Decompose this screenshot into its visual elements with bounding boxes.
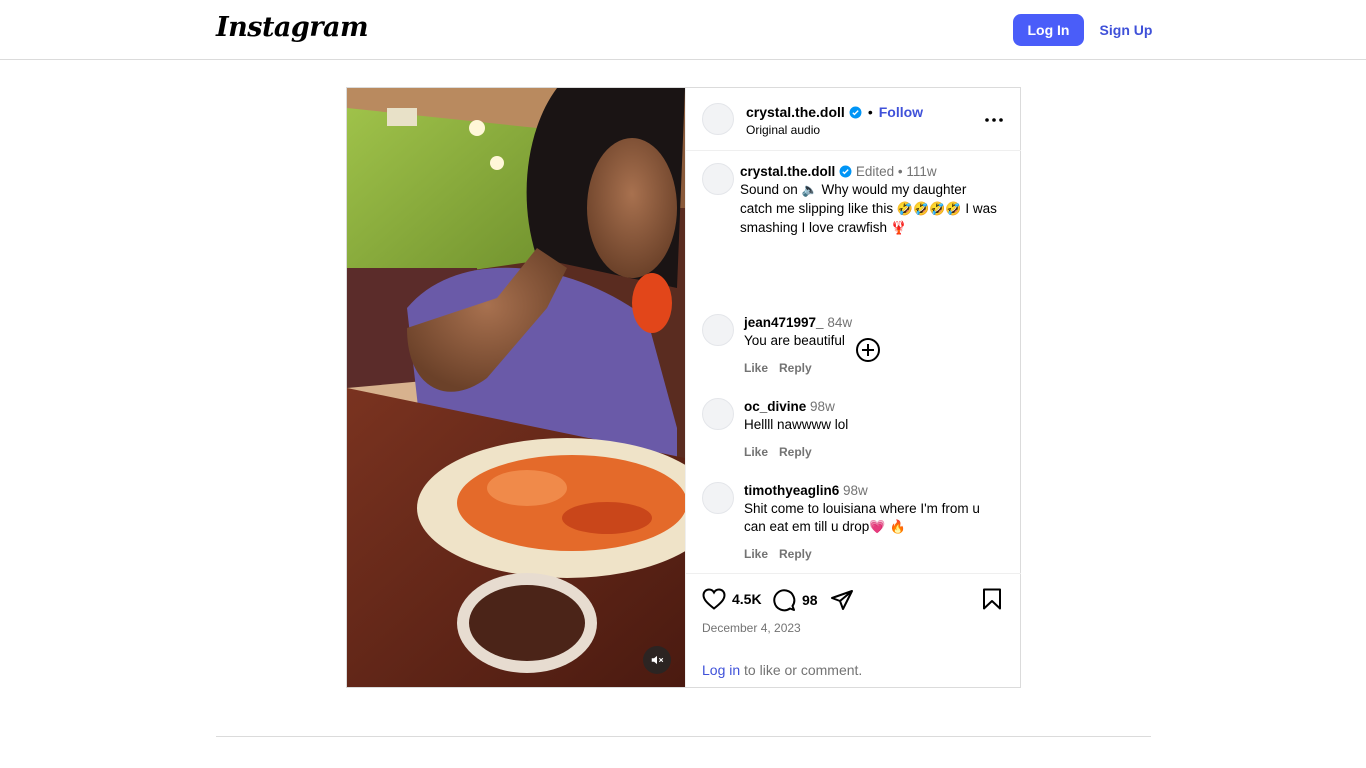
save-action[interactable]: [982, 588, 1002, 610]
comment-actions: Like Reply: [744, 445, 812, 459]
speaker-emoji: 🔈: [801, 183, 818, 198]
instagram-logo[interactable]: Instagram: [216, 12, 369, 43]
heart-icon: [702, 588, 726, 610]
comment-text: Shit come to louisiana where I'm from u …: [744, 501, 980, 534]
sign-up-button[interactable]: Sign Up: [1096, 14, 1156, 46]
edited-label: Edited: [855, 164, 895, 179]
footer-divider: [216, 736, 1151, 737]
caption-text: crystal.the.doll Edited • 111w Sound on …: [740, 163, 1000, 238]
post-author-row: crystal.the.doll • Follow: [746, 104, 923, 120]
caption-age[interactable]: 111w: [906, 164, 936, 179]
mute-icon: [651, 655, 664, 665]
comment-body: timothyeaglin6 98w Shit come to louisian…: [744, 482, 1002, 537]
comment-text: Hellll nawwww lol: [744, 417, 849, 432]
audio-label[interactable]: Original audio: [746, 123, 820, 137]
comment-body: jean471997_ 84w You are beautiful: [744, 314, 1002, 350]
reply-comment-button[interactable]: Reply: [779, 445, 812, 459]
crawfish-emoji: 🦞: [890, 221, 907, 236]
mute-button[interactable]: [643, 646, 671, 674]
author-username[interactable]: crystal.the.doll: [746, 104, 845, 120]
reply-comment-button[interactable]: Reply: [779, 361, 812, 375]
bookmark-icon: [983, 588, 1001, 610]
comment-age: 84w: [827, 315, 853, 330]
post-header: crystal.the.doll • Follow Original audio: [686, 88, 1021, 151]
comment-body: oc_divine 98w Hellll nawwww lol: [744, 398, 1002, 434]
caption-username[interactable]: crystal.the.doll: [740, 164, 835, 179]
likes-count: 4.5K: [732, 591, 762, 607]
comment-text: You are beautiful: [744, 333, 845, 348]
like-comment-button[interactable]: Like: [744, 361, 768, 375]
like-action[interactable]: 4.5K: [702, 588, 762, 610]
caption-body-part1: Sound on: [740, 182, 802, 197]
commenter-avatar[interactable]: [702, 482, 734, 514]
commenter-avatar[interactable]: [702, 398, 734, 430]
like-comment-button[interactable]: Like: [744, 547, 768, 561]
commenter-username[interactable]: timothyeaglin6: [744, 483, 839, 498]
login-link[interactable]: Log in: [702, 662, 740, 678]
share-icon: [831, 590, 853, 610]
commenter-username[interactable]: oc_divine: [744, 399, 806, 414]
post-actions: 4.5K 98 December 4, 2023 Log in to like …: [686, 573, 1021, 687]
login-hint-text: to like or comment.: [740, 662, 863, 678]
post-card: crystal.the.doll • Follow Original audio: [346, 87, 1021, 688]
comment-age: 98w: [810, 399, 835, 414]
login-prompt: Log in to like or comment.: [702, 662, 862, 678]
commenter-avatar[interactable]: [702, 314, 734, 346]
video-frame-illustration: [347, 88, 685, 687]
post-date[interactable]: December 4, 2023: [702, 621, 801, 635]
caption-avatar[interactable]: [702, 163, 734, 195]
verified-badge-icon: [849, 106, 862, 118]
more-options-button[interactable]: [980, 106, 1008, 134]
comment-actions: Like Reply: [744, 361, 812, 375]
separator-dot: •: [867, 104, 873, 120]
follow-button[interactable]: Follow: [879, 104, 923, 120]
comment-action[interactable]: 98: [772, 588, 818, 612]
verified-badge-icon: [839, 165, 852, 178]
post-video[interactable]: [347, 88, 685, 687]
comment-icon: [773, 589, 796, 612]
top-nav: Instagram Log In Sign Up: [0, 0, 1366, 60]
reply-comment-button[interactable]: Reply: [779, 547, 812, 561]
log-in-button[interactable]: Log In: [1013, 14, 1084, 46]
author-avatar[interactable]: [702, 103, 734, 135]
like-comment-button[interactable]: Like: [744, 445, 768, 459]
comment-emojis: 💗 🔥: [869, 520, 906, 535]
laugh-emojis: 🤣🤣🤣🤣: [896, 202, 962, 217]
more-icon: [985, 118, 1003, 122]
share-action[interactable]: [830, 588, 854, 612]
comments-count: 98: [802, 592, 818, 608]
commenter-username[interactable]: jean471997_: [744, 315, 824, 330]
comment-actions: Like Reply: [744, 547, 812, 561]
comment-age: 98w: [843, 483, 868, 498]
post-side-panel: crystal.the.doll • Follow Original audio: [685, 88, 1021, 687]
